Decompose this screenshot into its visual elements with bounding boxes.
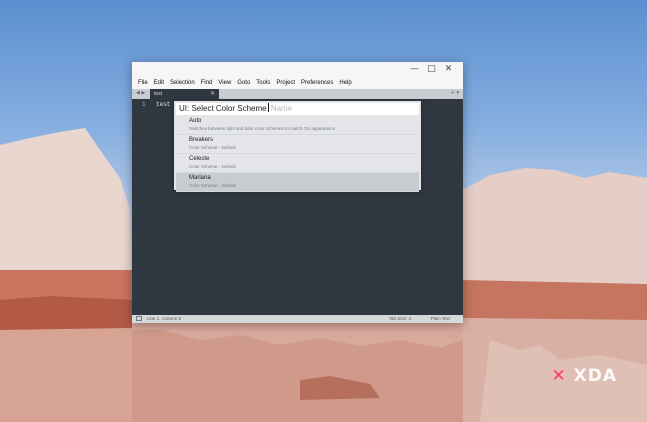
item-name: Mariana xyxy=(189,175,211,181)
maximize-button[interactable]: □ xyxy=(423,63,440,76)
palette-query: UI: Select Color Scheme xyxy=(179,104,267,113)
palette-item-celeste[interactable]: Celeste Color Scheme - Default xyxy=(176,154,419,173)
menu-edit[interactable]: Edit xyxy=(154,80,164,86)
menu-project[interactable]: Project xyxy=(276,80,295,86)
menu-preferences[interactable]: Preferences xyxy=(301,80,333,86)
tab-navigation-arrows-icon[interactable]: ◀ ▶ xyxy=(136,90,145,96)
command-palette: UI: Select Color Scheme Name Auto Switch… xyxy=(174,101,421,192)
window-controls: — □ ✕ xyxy=(406,63,457,76)
menu-view[interactable]: View xyxy=(218,80,231,86)
xda-mark-icon: ✕ xyxy=(551,366,567,386)
menu-find[interactable]: Find xyxy=(201,80,213,86)
panel-toggle-icon[interactable] xyxy=(136,316,142,321)
tab-size-indicator[interactable]: Tab Size: 4 xyxy=(389,315,411,323)
item-description: Color Scheme - Default xyxy=(189,183,236,188)
menu-goto[interactable]: Goto xyxy=(237,80,250,86)
palette-results-list: Auto Switches between light and dark col… xyxy=(176,116,419,192)
palette-item-breakers[interactable]: Breakers Color Scheme - Default xyxy=(176,135,419,154)
menu-selection[interactable]: Selection xyxy=(170,80,195,86)
palette-search-input[interactable]: UI: Select Color Scheme Name xyxy=(176,103,419,115)
item-description: Color Scheme - Default xyxy=(189,145,236,150)
item-name: Auto xyxy=(189,118,202,124)
menu-help[interactable]: Help xyxy=(339,80,351,86)
line-number: 1 xyxy=(142,101,146,108)
minimize-button[interactable]: — xyxy=(406,63,423,76)
menu-tools[interactable]: Tools xyxy=(256,80,270,86)
tab-new-and-dropdown-icon[interactable]: + ▾ xyxy=(451,90,459,96)
text-caret xyxy=(267,103,269,112)
palette-item-auto[interactable]: Auto Switches between light and dark col… xyxy=(176,116,419,135)
title-bar[interactable]: — □ ✕ xyxy=(132,62,463,77)
palette-item-mariana[interactable]: Mariana Color Scheme - Default xyxy=(176,173,419,192)
syntax-indicator[interactable]: Plain Text xyxy=(431,315,450,323)
menu-bar: File Edit Selection Find View Goto Tools… xyxy=(132,77,463,89)
code-line[interactable]: test xyxy=(156,101,170,108)
item-description: Switches between light and dark color sc… xyxy=(189,126,336,131)
xda-text: XDA xyxy=(573,366,617,386)
item-description: Color Scheme - Default xyxy=(189,164,236,169)
item-name: Celeste xyxy=(189,156,210,162)
xda-watermark: ✕ XDA xyxy=(551,366,617,386)
tab-bar: ◀ ▶ test ✕ + ▾ xyxy=(132,89,463,99)
status-bar: Line 1, Column 6 Tab Size: 4 Plain Text xyxy=(132,315,463,323)
cursor-position: Line 1, Column 6 xyxy=(147,316,182,321)
palette-placeholder: Name xyxy=(270,104,293,113)
item-name: Breakers xyxy=(189,137,214,143)
tab-test[interactable]: test ✕ xyxy=(150,89,219,99)
menu-file[interactable]: File xyxy=(138,80,148,86)
tab-label: test xyxy=(154,91,163,97)
close-button[interactable]: ✕ xyxy=(440,63,457,76)
tab-close-icon[interactable]: ✕ xyxy=(210,89,215,99)
